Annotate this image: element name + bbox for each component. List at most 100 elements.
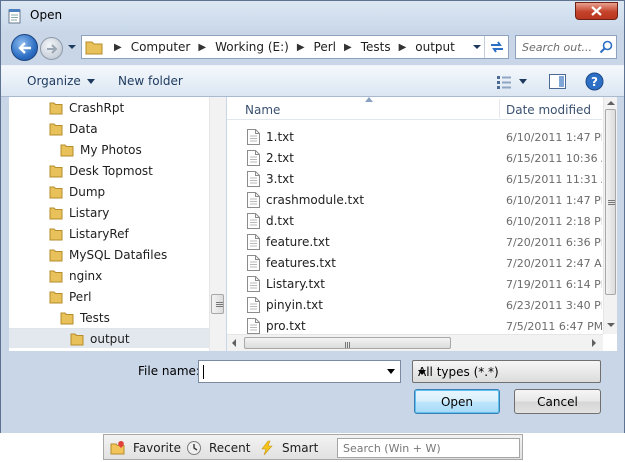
text-file-icon xyxy=(247,213,260,229)
scroll-right-icon[interactable] xyxy=(592,339,596,347)
search-icon[interactable] xyxy=(599,40,613,54)
favorite-button[interactable]: Favorite xyxy=(110,440,181,456)
back-button[interactable] xyxy=(11,34,38,61)
scroll-thumb[interactable] xyxy=(605,109,616,295)
file-name: 1.txt xyxy=(266,130,294,144)
file-row[interactable]: features.txt 7/20/2011 2:47 AM xyxy=(227,253,602,274)
tree-item-nginx[interactable]: nginx xyxy=(49,266,102,286)
column-header-name[interactable]: Name xyxy=(245,103,280,117)
file-row[interactable]: 3.txt 6/15/2011 11:31 AM xyxy=(227,169,602,190)
smart-button[interactable]: Smart xyxy=(259,440,318,456)
file-type-select[interactable]: All types (*.*) xyxy=(412,360,601,383)
crumb-working-e[interactable]: Working (E:) xyxy=(215,40,289,54)
scroll-down-icon[interactable] xyxy=(607,323,615,327)
tree-item-dump[interactable]: Dump xyxy=(49,182,105,202)
file-row[interactable]: crashmodule.txt 6/10/2011 1:47 PM xyxy=(227,190,602,211)
search-input[interactable] xyxy=(516,36,600,58)
tree-item-output[interactable]: output xyxy=(9,328,209,348)
file-date: 7/20/2011 2:47 AM xyxy=(506,257,602,270)
command-bar: Organize New folder ? xyxy=(1,65,624,97)
folder-icon xyxy=(49,186,63,199)
navigation-scrollbar[interactable] xyxy=(209,97,226,351)
new-folder-button[interactable]: New folder xyxy=(118,74,183,88)
cancel-button[interactable]: Cancel xyxy=(514,389,601,414)
file-row[interactable]: 2.txt 6/15/2011 10:36 AM xyxy=(227,148,602,169)
listary-search-input[interactable] xyxy=(338,439,519,457)
column-divider[interactable] xyxy=(499,99,500,118)
tree-item-my-photos[interactable]: My Photos xyxy=(60,140,142,160)
file-name: crashmodule.txt xyxy=(266,193,365,207)
file-date: 7/19/2011 6:14 PM xyxy=(506,278,602,291)
recent-button[interactable]: Recent xyxy=(186,440,250,456)
tree-item-crashrpt[interactable]: CrashRpt xyxy=(49,98,124,118)
chevron-right-icon[interactable]: ▶ xyxy=(198,42,206,53)
chevron-right-icon[interactable]: ▶ xyxy=(399,42,407,53)
tree-item-label: Perl xyxy=(69,290,92,304)
help-icon[interactable]: ? xyxy=(585,72,604,91)
scroll-up-icon[interactable] xyxy=(607,101,615,105)
tree-item-perl[interactable]: Perl xyxy=(49,287,91,307)
new-folder-label: New folder xyxy=(118,74,183,88)
chevron-right-icon[interactable]: ▶ xyxy=(114,42,122,53)
crumb-output[interactable]: output xyxy=(415,40,455,54)
history-dropdown-icon[interactable] xyxy=(66,41,78,53)
chevron-right-icon[interactable]: ▶ xyxy=(344,42,352,53)
file-row[interactable]: feature.txt 7/20/2011 6:36 PM xyxy=(227,232,602,253)
preview-pane-icon[interactable] xyxy=(549,74,566,89)
refresh-button[interactable] xyxy=(484,36,508,58)
chevron-down-icon[interactable] xyxy=(472,42,482,52)
folder-icon xyxy=(60,144,74,157)
organize-button[interactable]: Organize xyxy=(27,74,95,88)
text-file-icon xyxy=(247,297,260,313)
tree-item-label: Data xyxy=(69,122,98,136)
folder-icon xyxy=(85,41,103,55)
tree-item-tests[interactable]: Tests xyxy=(60,308,110,328)
chevron-right-icon[interactable]: ▶ xyxy=(297,42,305,53)
tree-item-listary[interactable]: Listary xyxy=(49,203,109,223)
organize-label: Organize xyxy=(27,74,81,88)
folder-icon xyxy=(49,270,63,283)
folder-icon xyxy=(49,102,63,115)
chevron-down-icon[interactable] xyxy=(387,369,395,374)
close-button[interactable] xyxy=(575,2,618,20)
file-row[interactable]: pinyin.txt 6/23/2011 3:40 PM xyxy=(227,295,602,316)
navigation-pane: CrashRpt Data My Photos Desk Topmost Dum… xyxy=(9,97,226,351)
listary-search-box[interactable] xyxy=(337,438,520,458)
text-file-icon xyxy=(247,192,260,208)
crumb-perl[interactable]: Perl xyxy=(314,40,336,54)
scroll-thumb[interactable] xyxy=(211,294,224,314)
views-dropdown-icon[interactable] xyxy=(519,79,527,84)
open-button[interactable]: Open xyxy=(414,389,500,414)
views-icon[interactable] xyxy=(497,75,511,89)
arrow-right-icon xyxy=(46,43,57,54)
file-row[interactable]: d.txt 6/10/2011 2:18 PM xyxy=(227,211,602,232)
search-box[interactable] xyxy=(515,35,617,59)
file-name-input[interactable] xyxy=(198,360,401,383)
file-date: 6/23/2011 3:40 PM xyxy=(506,299,602,312)
forward-button[interactable] xyxy=(40,37,63,60)
file-date: 7/20/2011 6:36 PM xyxy=(506,236,602,249)
file-row[interactable]: pro.txt 7/5/2011 6:47 PM xyxy=(227,316,602,334)
favorite-label: Favorite xyxy=(133,441,181,455)
clock-icon xyxy=(187,441,201,455)
file-row[interactable]: Listary.txt 7/19/2011 6:14 PM xyxy=(227,274,602,295)
file-vertical-scrollbar[interactable] xyxy=(603,97,617,334)
scroll-thumb[interactable] xyxy=(244,337,451,349)
open-button-label: Open xyxy=(440,394,474,409)
crumb-tests[interactable]: Tests xyxy=(361,40,391,54)
file-name: Listary.txt xyxy=(266,277,325,291)
tree-item-desk-topmost[interactable]: Desk Topmost xyxy=(49,161,153,181)
column-header-date[interactable]: Date modified xyxy=(506,103,591,117)
file-horizontal-scrollbar[interactable] xyxy=(227,334,603,351)
scroll-left-icon[interactable] xyxy=(232,339,236,347)
crumb-computer[interactable]: Computer xyxy=(131,40,191,54)
tree-item-listaryref[interactable]: ListaryRef xyxy=(49,224,129,244)
tree-item-mysql-datafiles[interactable]: MySQL Datafiles xyxy=(49,245,167,265)
file-row[interactable]: 1.txt 6/10/2011 1:47 PM xyxy=(227,127,602,148)
text-file-icon xyxy=(247,234,260,250)
tree-item-data[interactable]: Data xyxy=(49,119,98,139)
address-bar[interactable]: ▶ Computer ▶ Working (E:) ▶ Perl ▶ Tests… xyxy=(81,35,509,59)
window-title: Open xyxy=(30,8,63,22)
file-name: 2.txt xyxy=(266,151,294,165)
tree-item-label: output xyxy=(90,331,130,346)
